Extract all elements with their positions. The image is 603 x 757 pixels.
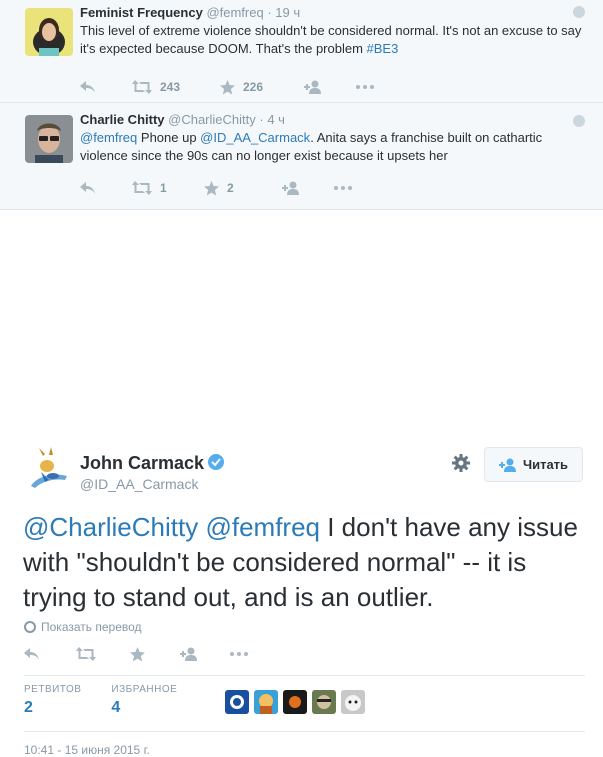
tweet-text-mid: Phone up [137, 130, 201, 145]
reply-button[interactable] [80, 80, 132, 94]
reply-icon [80, 182, 95, 194]
retweet-icon [132, 80, 152, 94]
more-button[interactable] [334, 186, 352, 190]
mention-link[interactable]: @femfreq [205, 512, 320, 542]
tweet-author-name[interactable]: Charlie Chitty [80, 112, 165, 127]
more-icon [230, 652, 248, 656]
more-button[interactable] [230, 652, 248, 656]
author-screen-name[interactable]: @ID_AA_Carmack [80, 476, 198, 492]
tweet-text-body: This level of extreme violence shouldn't… [80, 23, 582, 56]
more-icon [356, 85, 374, 89]
hashtag-link[interactable]: #BE3 [367, 41, 399, 56]
retweet-icon [76, 647, 96, 661]
tweet-actions [24, 639, 248, 669]
tweet-actions: 1 2 [80, 171, 589, 205]
tweet-screen-name[interactable]: @femfreq [206, 5, 263, 20]
tweet-timestamp[interactable]: 10:41 - 15 июня 2015 г. [24, 743, 150, 757]
avatar[interactable] [225, 690, 250, 714]
follow-icon [180, 647, 197, 661]
follow-icon [282, 181, 299, 195]
tweet-feminist-frequency[interactable]: Feminist Frequency @femfreq · 19 ч This … [0, 0, 603, 103]
favorite-button[interactable]: 2 [204, 180, 282, 196]
verified-icon [207, 453, 225, 471]
avatar[interactable] [25, 446, 73, 494]
reply-button[interactable] [80, 181, 132, 195]
retweet-count: 243 [160, 80, 181, 94]
favorite-count: 2 [227, 181, 234, 195]
follow-icon [498, 458, 516, 472]
divider [24, 675, 585, 676]
retweet-icon [132, 181, 152, 195]
follow-label: Читать [522, 457, 569, 472]
follow-button[interactable]: Читать [484, 447, 583, 482]
retweets-count: 2 [24, 699, 33, 716]
more-button[interactable] [356, 85, 374, 89]
favorite-count: 226 [243, 80, 264, 94]
tweet-text: @femfreq Phone up @ID_AA_Carmack. Anita … [80, 129, 589, 165]
tweet-text: This level of extreme violence shouldn't… [80, 22, 589, 58]
mention-link[interactable]: @ID_AA_Carmack [200, 130, 310, 145]
mention-link[interactable]: @CharlieChitty [23, 512, 198, 542]
retweet-button[interactable]: 243 [132, 80, 220, 94]
follow-icon [304, 80, 321, 94]
translate-link[interactable]: Показать перевод [24, 620, 142, 634]
avatar[interactable] [25, 8, 73, 56]
avatar[interactable] [25, 115, 73, 163]
tweet-screen-name[interactable]: @CharlieChitty [168, 112, 256, 127]
translate-label: Показать перевод [41, 620, 142, 634]
reply-icon [80, 81, 95, 93]
tweet-author-name[interactable]: Feminist Frequency [80, 5, 203, 20]
follow-button[interactable] [282, 181, 334, 195]
retweet-button[interactable]: 1 [132, 181, 204, 195]
follow-button[interactable] [304, 80, 356, 94]
favorite-icon [130, 646, 145, 661]
favorite-button[interactable] [130, 646, 180, 662]
favorite-icon [220, 79, 235, 94]
favorite-icon [204, 180, 219, 195]
retweets-stat[interactable]: РЕТВИТОВ 2 [24, 684, 81, 717]
divider [24, 731, 585, 732]
favorites-label: ИЗБРАННОЕ [111, 684, 178, 695]
follow-button[interactable] [180, 647, 230, 661]
favorite-button[interactable]: 226 [220, 79, 304, 95]
more-icon [334, 186, 352, 190]
tweet-text: @CharlieChitty @femfreq I don't have any… [23, 510, 583, 615]
tweet-time[interactable]: · 19 ч [267, 5, 300, 20]
author-name[interactable]: John Carmack [80, 453, 204, 474]
retweet-button[interactable] [76, 647, 130, 661]
favorites-stat[interactable]: ИЗБРАННОЕ 4 [111, 684, 177, 717]
tweet-header: Feminist Frequency @femfreq · 19 ч [80, 4, 589, 22]
retweets-label: РЕТВИТОВ [24, 684, 82, 695]
tweet-stats: РЕТВИТОВ 2 ИЗБРАННОЕ 4 [24, 684, 370, 717]
gear-icon[interactable] [451, 453, 473, 475]
avatar[interactable] [312, 690, 337, 714]
avatar[interactable] [254, 690, 279, 714]
retweet-count: 1 [160, 181, 167, 195]
tweet-charlie-chitty[interactable]: Charlie Chitty @CharlieChitty · 4 ч @fem… [0, 103, 603, 210]
mention-link[interactable]: @femfreq [80, 130, 137, 145]
tweet-actions: 243 226 [80, 70, 589, 104]
tweet-time[interactable]: · 4 ч [259, 112, 285, 127]
globe-icon [573, 115, 585, 127]
reply-icon [24, 648, 39, 660]
favoriter-avatars [225, 690, 370, 714]
avatar[interactable] [283, 690, 308, 714]
favorites-count: 4 [111, 699, 121, 716]
reply-button[interactable] [24, 647, 76, 661]
globe-icon [24, 621, 36, 633]
avatar[interactable] [341, 690, 366, 714]
tweet-header: Charlie Chitty @CharlieChitty · 4 ч [80, 111, 589, 129]
globe-icon [573, 6, 585, 18]
